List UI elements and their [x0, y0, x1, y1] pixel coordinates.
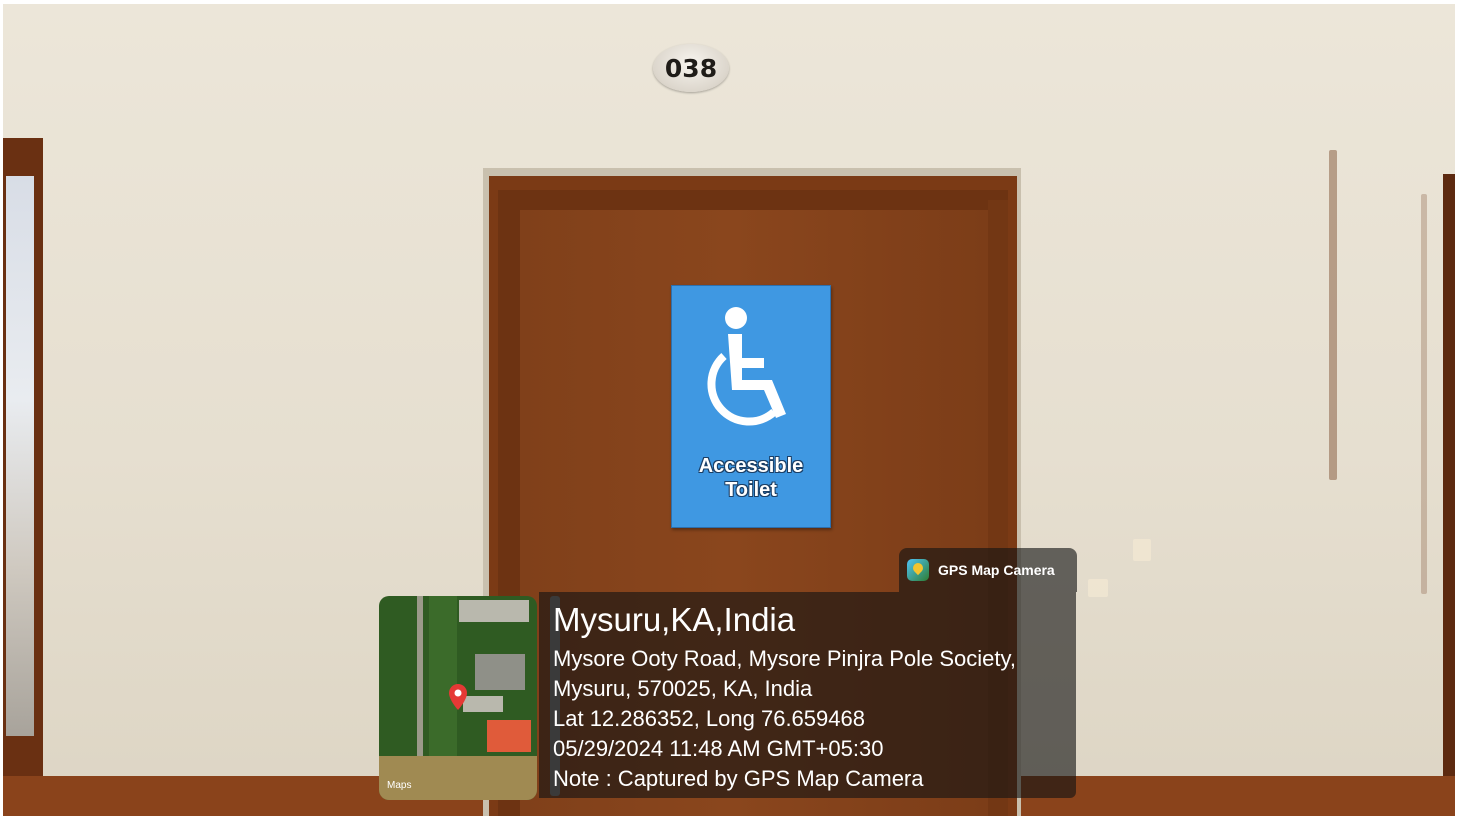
map-thumbnail: Maps — [379, 596, 537, 800]
address-line-1: Mysore Ooty Road, Mysore Pinjra Pole Soc… — [553, 646, 1016, 671]
wall-stain — [1088, 579, 1108, 597]
coordinates: Lat 12.286352, Long 76.659468 — [553, 706, 865, 731]
location-pin-icon — [449, 684, 467, 710]
location-title: Mysuru,KA,India — [553, 601, 796, 638]
left-doorway — [6, 176, 34, 736]
accessible-toilet-sign: Accessible Toilet — [671, 285, 831, 528]
right-door-edge — [1443, 174, 1455, 816]
gps-map-camera-icon — [907, 559, 929, 581]
capture-note: Note : Captured by GPS Map Camera — [553, 766, 924, 791]
map-building — [459, 600, 529, 622]
sign-text-accessible: Accessible — [698, 455, 804, 477]
map-credit: Maps — [387, 780, 412, 791]
wheelchair-icon — [707, 307, 786, 426]
room-number-plate: 038 — [653, 44, 729, 92]
room-number: 038 — [664, 53, 718, 83]
address-line-2: Mysuru, 570025, KA, India — [553, 676, 813, 701]
wall-stain — [1329, 150, 1337, 480]
map-building — [475, 654, 525, 690]
gps-camera-brand: GPS Map Camera — [899, 548, 1077, 592]
brand-label: GPS Map Camera — [938, 562, 1055, 578]
map-red-roof — [487, 720, 531, 752]
capture-datetime: 05/29/2024 11:48 AM GMT+05:30 — [553, 736, 884, 761]
wall-stain — [1421, 194, 1427, 594]
wall-stain — [1133, 539, 1151, 561]
sign-text-toilet: Toilet — [725, 479, 777, 501]
map-ground — [379, 756, 537, 800]
map-building — [463, 696, 503, 712]
